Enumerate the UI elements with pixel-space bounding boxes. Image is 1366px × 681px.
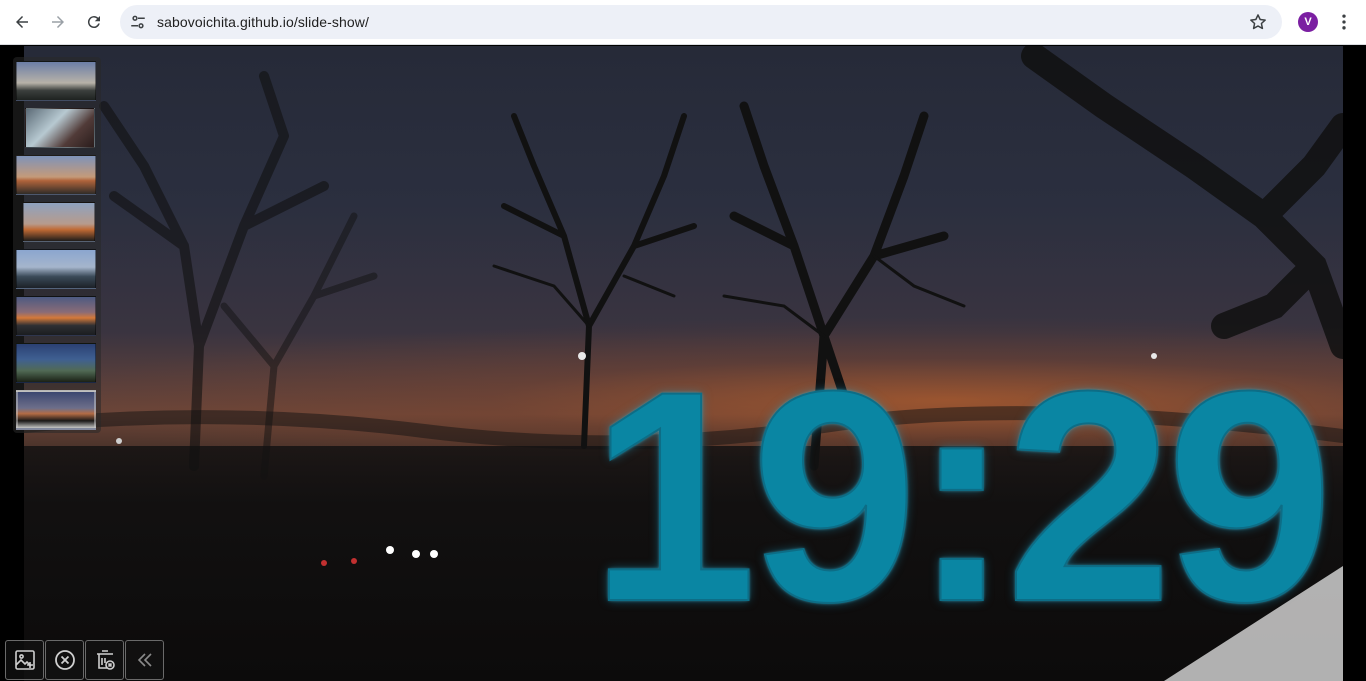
thumbnail-3[interactable]	[16, 155, 96, 195]
arrow-left-icon	[16, 16, 28, 28]
back-button[interactable]	[6, 6, 38, 38]
close-circle-icon	[54, 650, 75, 670]
thumbnail-7[interactable]	[16, 343, 96, 383]
arrow-right-icon	[52, 16, 64, 28]
collapse-button[interactable]	[125, 640, 164, 680]
slideshow-controls	[5, 640, 165, 680]
image-add-icon	[14, 650, 35, 670]
browser-toolbar: sabovoichita.github.io/slide-show/ V	[0, 0, 1366, 45]
thumbnail-5[interactable]	[16, 249, 96, 289]
reload-icon	[87, 16, 100, 29]
more-menu-icon[interactable]	[1334, 12, 1354, 32]
thumbnail-2[interactable]	[25, 108, 95, 148]
double-chevron-left-icon	[137, 653, 152, 667]
thumbnail-1[interactable]	[16, 61, 96, 101]
add-image-button[interactable]	[5, 640, 44, 680]
clock-time: 19:29	[589, 328, 1334, 664]
delete-all-button[interactable]	[85, 640, 124, 680]
address-bar[interactable]: sabovoichita.github.io/slide-show/	[120, 5, 1282, 39]
forward-button[interactable]	[42, 6, 74, 38]
close-button[interactable]	[45, 640, 84, 680]
thumbnail-strip	[13, 57, 101, 433]
thumbnail-4[interactable]	[23, 202, 95, 242]
profile-avatar[interactable]: V	[1298, 12, 1318, 32]
thumbnail-8[interactable]	[16, 390, 96, 430]
url-text[interactable]: sabovoichita.github.io/slide-show/	[157, 14, 369, 30]
bookmark-star-icon[interactable]	[1248, 12, 1268, 32]
reload-button[interactable]	[78, 6, 110, 38]
slideshow-page: 19:29	[0, 46, 1366, 681]
site-settings-icon[interactable]	[129, 13, 147, 31]
trash-clear-icon	[96, 650, 115, 670]
thumbnail-6[interactable]	[16, 296, 96, 336]
